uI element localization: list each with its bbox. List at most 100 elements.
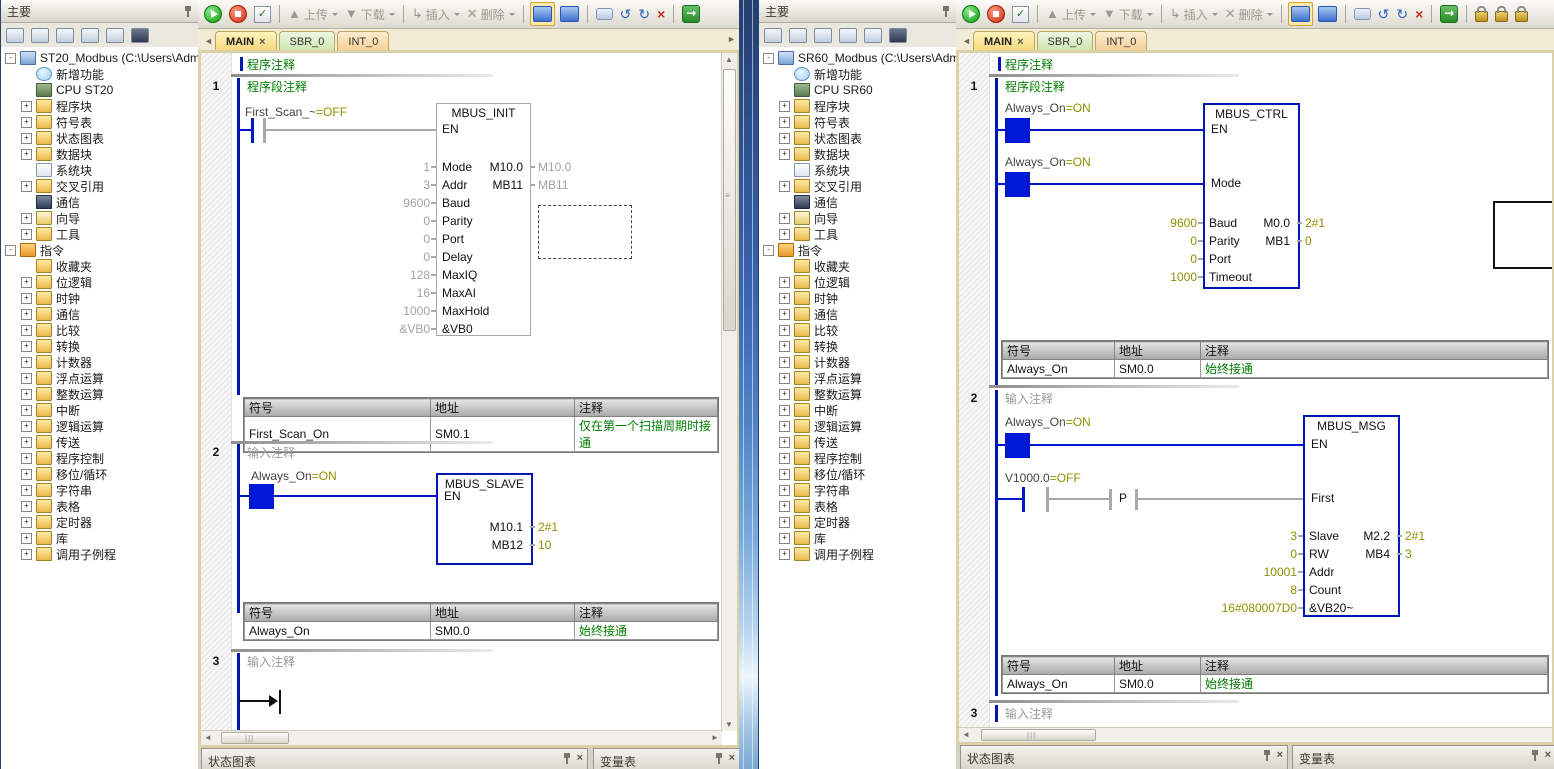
lock-all-button[interactable] [1513, 3, 1530, 25]
tab-scroll-left[interactable]: ◄ [202, 31, 215, 51]
undo-button[interactable]: ↺ [1376, 3, 1392, 25]
tree-item[interactable]: +浮点运算 [1, 370, 198, 386]
tree-item[interactable]: +通信 [759, 194, 956, 210]
insert-button[interactable]: ↳插入 [1168, 3, 1220, 25]
tree-item[interactable]: +逻辑运算 [759, 418, 956, 434]
tab-sbr0[interactable]: SBR_0 [1037, 31, 1094, 51]
dropdown-icon[interactable] [1212, 13, 1218, 16]
tab-main[interactable]: MAIN× [215, 31, 277, 51]
network-comment[interactable]: 输入注释 [247, 444, 295, 461]
scroll-thumb[interactable] [723, 69, 736, 331]
window-icon[interactable] [764, 28, 782, 43]
expand-icon[interactable]: + [779, 389, 790, 400]
tree-item[interactable]: +收藏夹 [1, 258, 198, 274]
document-icon[interactable] [839, 28, 857, 43]
tree-item[interactable]: +位逻辑 [759, 274, 956, 290]
tab-close-icon[interactable]: × [1017, 36, 1023, 48]
expand-icon[interactable]: + [21, 357, 32, 368]
dropdown-icon[interactable] [509, 13, 515, 16]
expand-icon[interactable]: + [779, 469, 790, 480]
tree-item[interactable]: +状态图表 [759, 130, 956, 146]
network-comment[interactable]: 输入注释 [247, 653, 295, 670]
cancel-button[interactable]: × [655, 3, 667, 25]
expand-icon[interactable]: + [21, 181, 32, 192]
run-button[interactable] [960, 3, 982, 25]
tree-item[interactable]: +程序块 [1, 98, 198, 114]
tree-item[interactable]: +CPU ST20 [1, 82, 198, 98]
tree-item[interactable]: +通信 [1, 194, 198, 210]
pou-view-button[interactable] [1288, 2, 1313, 26]
expand-icon[interactable]: - [763, 53, 774, 64]
redo-button[interactable]: ↻ [636, 3, 652, 25]
dropdown-icon[interactable] [1267, 13, 1273, 16]
close-icon[interactable]: × [729, 753, 735, 764]
scroll-thumb[interactable] [981, 729, 1096, 741]
tree-item[interactable]: +中断 [759, 402, 956, 418]
tree-item[interactable]: +收藏夹 [759, 258, 956, 274]
tree-item[interactable]: +系统块 [759, 162, 956, 178]
expand-icon[interactable]: + [21, 309, 32, 320]
tree-item[interactable]: +中断 [1, 402, 198, 418]
pin-icon[interactable] [715, 753, 723, 764]
monitor-icon[interactable] [131, 28, 149, 43]
tree-item[interactable]: +计数器 [759, 354, 956, 370]
close-icon[interactable]: × [577, 753, 583, 764]
tree-item[interactable]: +符号表 [759, 114, 956, 130]
document-icon[interactable] [81, 28, 99, 43]
expand-icon[interactable]: + [21, 389, 32, 400]
dropdown-icon[interactable] [1090, 13, 1096, 16]
expand-icon[interactable]: + [21, 293, 32, 304]
network-comment[interactable]: 程序段注释 [1005, 78, 1065, 95]
pin-icon[interactable] [1531, 750, 1539, 761]
pou-view-alt-button[interactable] [1316, 3, 1339, 25]
tab-int0[interactable]: INT_0 [337, 31, 389, 51]
pou-view-alt-button[interactable] [558, 3, 581, 25]
pou-view-button[interactable] [530, 2, 555, 26]
tree-item[interactable]: +时钟 [1, 290, 198, 306]
expand-icon[interactable]: + [21, 101, 32, 112]
expand-icon[interactable]: + [21, 517, 32, 528]
expand-icon[interactable]: + [779, 501, 790, 512]
tree-item[interactable]: +程序控制 [1, 450, 198, 466]
expand-icon[interactable]: + [21, 325, 32, 336]
pin-icon[interactable] [563, 753, 571, 764]
expand-icon[interactable]: + [21, 229, 32, 240]
copy-icon[interactable] [56, 28, 74, 43]
energized-contact[interactable] [252, 484, 271, 509]
tree-item[interactable]: +程序控制 [759, 450, 956, 466]
dropdown-icon[interactable] [454, 13, 460, 16]
tree-item[interactable]: +位逻辑 [1, 274, 198, 290]
tree-item[interactable]: +状态图表 [1, 130, 198, 146]
dropdown-icon[interactable] [332, 13, 338, 16]
tree-item[interactable]: +逻辑运算 [1, 418, 198, 434]
tree-item[interactable]: +计数器 [1, 354, 198, 370]
pin-icon[interactable] [942, 6, 950, 17]
expand-icon[interactable]: + [779, 325, 790, 336]
expand-icon[interactable]: + [779, 421, 790, 432]
goto-button[interactable]: → [680, 3, 702, 25]
expand-icon[interactable]: + [21, 469, 32, 480]
notes-icon[interactable] [864, 28, 882, 43]
expand-icon[interactable]: + [779, 229, 790, 240]
scroll-left-icon[interactable]: ◄ [201, 731, 215, 744]
expand-icon[interactable]: + [779, 277, 790, 288]
expand-icon[interactable]: + [779, 101, 790, 112]
goto-button[interactable]: → [1438, 3, 1460, 25]
stop-button[interactable] [227, 3, 249, 25]
expand-icon[interactable]: + [779, 405, 790, 416]
expand-icon[interactable]: + [21, 341, 32, 352]
delete-button[interactable]: ✕删除 [1223, 3, 1275, 25]
tree-item[interactable]: +传送 [1, 434, 198, 450]
tree-item[interactable]: +浮点运算 [759, 370, 956, 386]
delete-button[interactable]: ✕删除 [465, 3, 517, 25]
tree-item[interactable]: +转换 [759, 338, 956, 354]
expand-icon[interactable]: - [5, 245, 16, 256]
expand-icon[interactable]: + [779, 533, 790, 544]
network-comment[interactable]: 程序段注释 [247, 78, 307, 95]
lock-button[interactable] [1473, 3, 1490, 25]
scroll-right-icon[interactable]: ► [708, 731, 722, 744]
grid-icon[interactable] [31, 28, 49, 43]
tree-item[interactable]: +符号表 [1, 114, 198, 130]
compile-button[interactable]: ✓ [252, 3, 273, 25]
expand-icon[interactable]: + [21, 485, 32, 496]
